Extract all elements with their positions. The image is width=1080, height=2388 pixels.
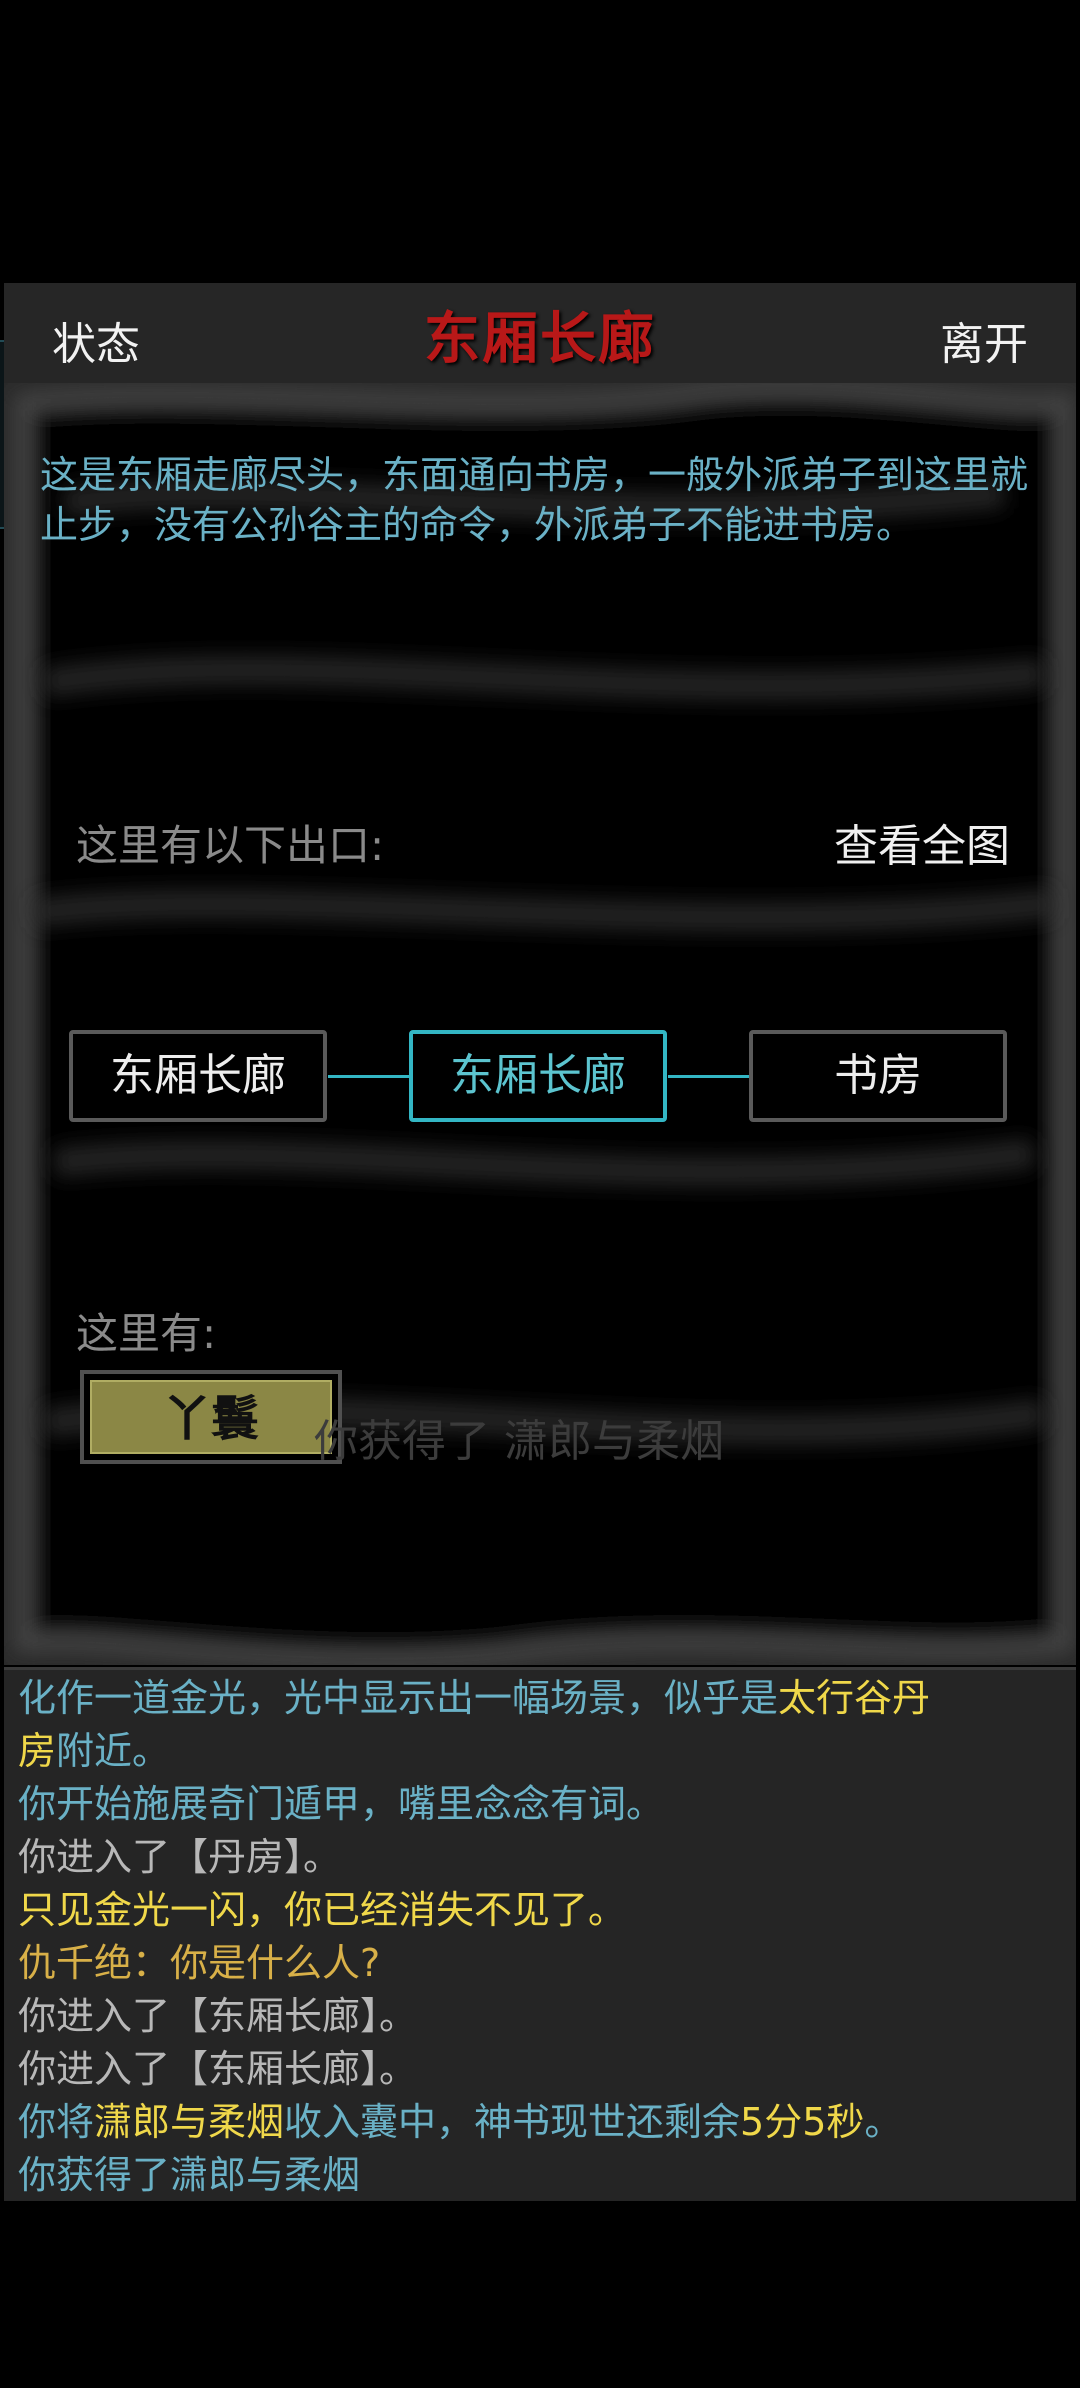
npc-name: 丫鬟 bbox=[90, 1380, 332, 1454]
log-line: 你开始施展奇门遁甲，嘴里念念有词。 bbox=[18, 1778, 1062, 1831]
log-line: 仇千绝：你是什么人? bbox=[18, 1937, 1062, 1990]
log-text: 你获得了潇郎与柔烟 bbox=[18, 2153, 361, 2197]
log-text: 你进入了【东厢长廊】。 bbox=[18, 2047, 418, 2091]
exit-connector bbox=[328, 1075, 410, 1078]
log-line: 你将潇郎与柔烟收入囊中，神书现世还剩余5分5秒。 bbox=[18, 2096, 1062, 2149]
log-text: 你将 bbox=[18, 2100, 95, 2144]
log-text: 5分5秒 bbox=[740, 2100, 865, 2144]
npc-button[interactable]: 丫鬟 bbox=[80, 1370, 342, 1464]
exits-label: 这里有以下出口: bbox=[76, 821, 385, 870]
log-line: 你进入了【东厢长廊】。 bbox=[18, 2043, 1062, 2096]
log-line: 只见金光一闪，你已经消失不见了。 bbox=[18, 1884, 1062, 1937]
exit-connector bbox=[668, 1075, 750, 1078]
current-room[interactable]: 东厢长廊 bbox=[409, 1030, 667, 1122]
log-line: 你进入了【丹房】。 bbox=[18, 1831, 1062, 1884]
room-description: 这是东厢走廊尽头，东面通向书房，一般外派弟子到这里就止步，没有公孙谷主的命令，外… bbox=[40, 453, 1029, 547]
room-title: 东厢长廊 bbox=[424, 306, 656, 372]
toast-message: 你获得了 潇郎与柔烟 bbox=[314, 1416, 724, 1467]
exit-room-east[interactable]: 书房 bbox=[749, 1030, 1007, 1122]
smoke-background bbox=[15, 383, 1073, 1665]
log-text: 你进入了【丹房】。 bbox=[18, 1835, 342, 1879]
here-label: 这里有: bbox=[76, 1309, 217, 1358]
log-text: 仇千绝：你是什么人? bbox=[18, 1941, 381, 1985]
log-line: 你获得了潇郎与柔烟 bbox=[18, 2149, 1062, 2202]
scene-panel bbox=[4, 383, 1076, 1665]
log-text: 你进入了【东厢长廊】。 bbox=[18, 1994, 418, 2038]
exit-room-west[interactable]: 东厢长廊 bbox=[69, 1030, 327, 1122]
log-text: 房 bbox=[18, 1729, 57, 1773]
log-line: 房附近。 bbox=[18, 1725, 1062, 1778]
log-text: 。 bbox=[864, 2100, 903, 2144]
log-text: 化作一道金光，光中显示出一幅场景，似乎是 bbox=[18, 1676, 779, 1720]
view-full-map-link[interactable]: 查看全图 bbox=[834, 810, 1010, 874]
log-text: 收入囊中，神书现世还剩余 bbox=[284, 2100, 741, 2144]
log-text: 只见金光一闪，你已经消失不见了。 bbox=[18, 1888, 627, 1932]
message-log[interactable]: 化作一道金光，光中显示出一幅场景，似乎是太行谷丹 房附近。 你开始施展奇门遁甲，嘴里… bbox=[4, 1667, 1076, 2201]
leave-button[interactable]: 离开 bbox=[940, 308, 1028, 372]
log-line: 化作一道金光，光中显示出一幅场景，似乎是太行谷丹 bbox=[18, 1672, 1062, 1725]
log-text: 你开始施展奇门遁甲，嘴里念念有词。 bbox=[18, 1782, 665, 1826]
log-text: 附近。 bbox=[56, 1729, 171, 1773]
log-text: 潇郎与柔烟 bbox=[94, 2100, 285, 2144]
log-text: 太行谷丹 bbox=[778, 1676, 931, 1720]
log-line: 你进入了【东厢长廊】。 bbox=[18, 1990, 1062, 2043]
